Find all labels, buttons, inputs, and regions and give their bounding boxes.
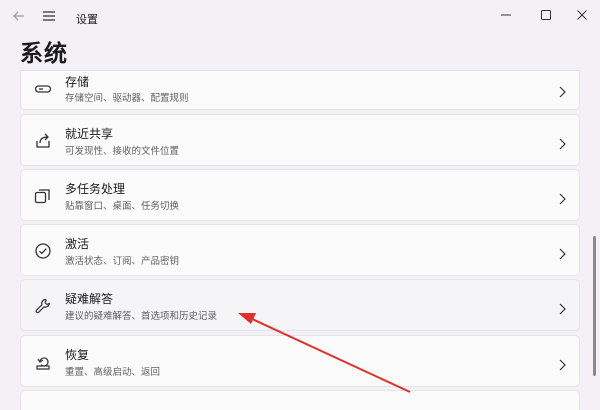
annotation-arrow xyxy=(238,313,411,393)
